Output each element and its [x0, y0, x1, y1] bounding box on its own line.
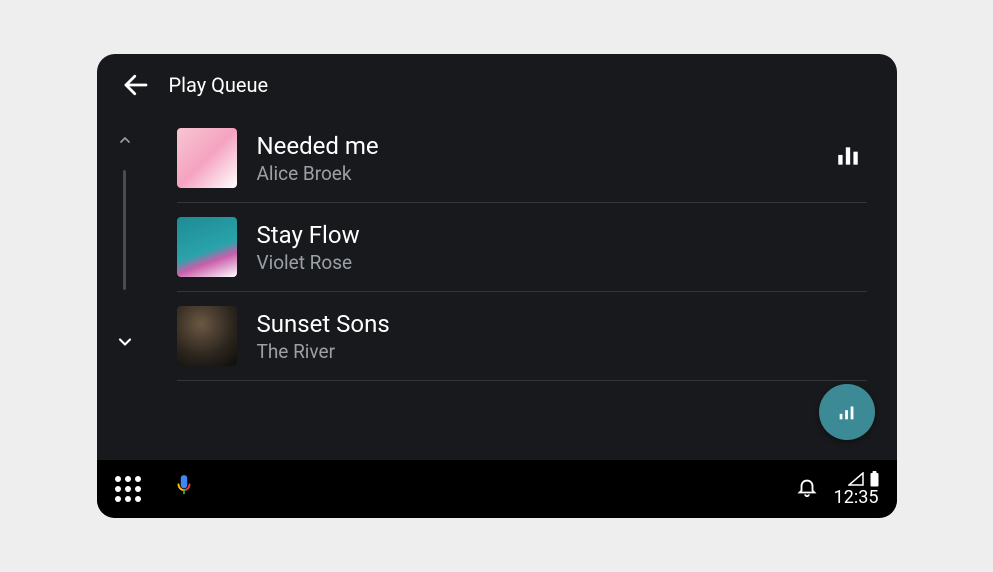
system-bar-left: [115, 473, 195, 505]
queue-row[interactable]: Stay Flow Violet Rose: [177, 203, 867, 292]
track-title: Stay Flow: [257, 221, 867, 249]
now-playing-fab[interactable]: [819, 384, 875, 440]
row-text: Stay Flow Violet Rose: [257, 221, 867, 274]
track-artist: Violet Rose: [257, 251, 867, 274]
voice-button[interactable]: [173, 473, 195, 505]
track-artist: Alice Broek: [257, 162, 815, 185]
scroll-track[interactable]: [123, 170, 126, 290]
system-bar: 12:35: [97, 460, 897, 518]
header: Play Queue: [97, 54, 897, 108]
track-artist: The River: [257, 340, 867, 363]
notifications-button[interactable]: [796, 476, 818, 502]
queue-row[interactable]: Needed me Alice Broek: [177, 114, 867, 203]
page-title: Play Queue: [169, 73, 269, 97]
clock: 12:35: [834, 487, 879, 508]
arrow-left-icon: [121, 70, 151, 100]
queue-list: Needed me Alice Broek Stay Flow Violet R…: [153, 108, 897, 460]
back-button[interactable]: [121, 70, 151, 100]
track-title: Needed me: [257, 132, 815, 160]
device-screen: Play Queue Needed me Alice Broek: [97, 54, 897, 518]
row-text: Needed me Alice Broek: [257, 132, 815, 185]
content-area: Needed me Alice Broek Stay Flow Violet R…: [97, 108, 897, 460]
scroll-rail: [97, 108, 153, 460]
album-art: [177, 128, 237, 188]
equalizer-icon: [836, 401, 858, 423]
chevron-down-icon: [115, 332, 135, 352]
scroll-up-button[interactable]: [117, 132, 133, 152]
system-bar-right: 12:35: [796, 471, 879, 508]
chevron-up-icon: [117, 132, 133, 148]
apps-button[interactable]: [115, 476, 141, 502]
signal-icon: [848, 472, 864, 486]
track-title: Sunset Sons: [257, 310, 867, 338]
bell-icon: [796, 476, 818, 498]
queue-row[interactable]: Sunset Sons The River: [177, 292, 867, 381]
equalizer-icon: [835, 143, 861, 169]
mic-icon: [173, 473, 195, 501]
status-area: 12:35: [834, 471, 879, 508]
album-art: [177, 217, 237, 277]
row-text: Sunset Sons The River: [257, 310, 867, 363]
battery-icon: [870, 471, 879, 487]
now-playing-indicator: [835, 143, 861, 173]
scroll-down-button[interactable]: [115, 332, 135, 356]
album-art: [177, 306, 237, 366]
